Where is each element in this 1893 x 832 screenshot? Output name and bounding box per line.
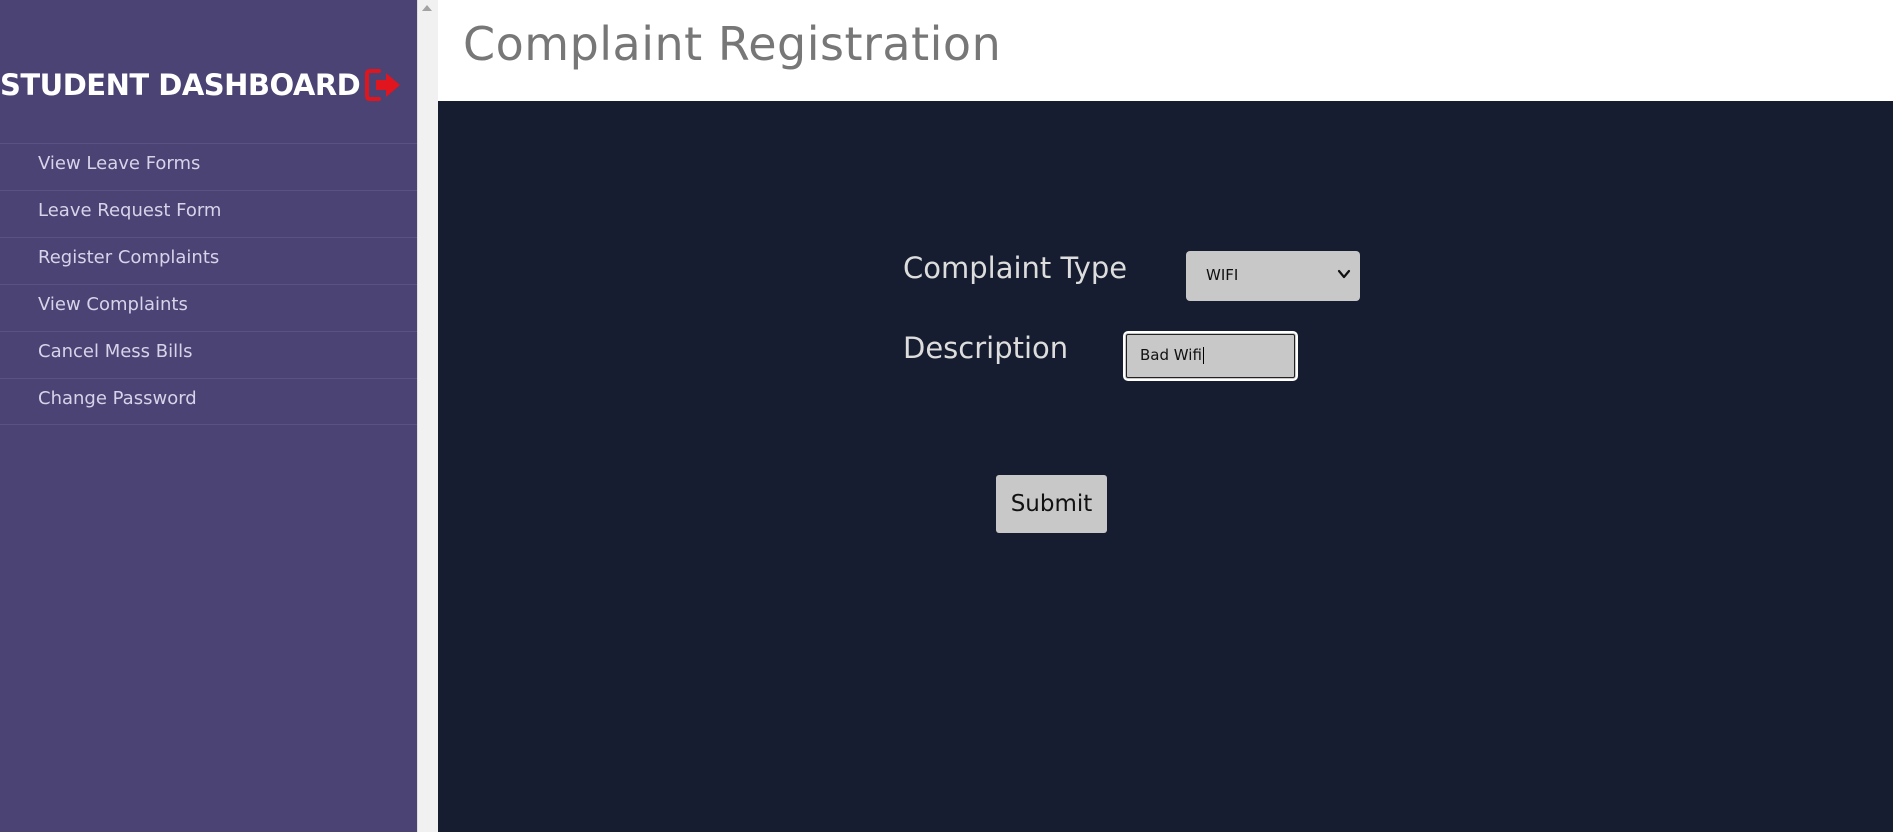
sidebar-item-view-leave-forms[interactable]: View Leave Forms (0, 143, 417, 190)
complaint-type-label: Complaint Type (903, 251, 1128, 285)
sidebar-item-view-complaints[interactable]: View Complaints (0, 284, 417, 331)
main-content: Complaint Type WIFI Description Bad Wifi… (438, 101, 1893, 832)
logout-icon[interactable] (365, 68, 403, 102)
sidebar-item-label: Cancel Mess Bills (38, 341, 193, 362)
sidebar-header: STUDENT DASHBOARD (0, 62, 417, 112)
complaint-type-select[interactable]: WIFI (1186, 251, 1360, 301)
submit-button[interactable]: Submit (996, 475, 1107, 533)
sidebar-item-cancel-mess-bills[interactable]: Cancel Mess Bills (0, 331, 417, 378)
page-title: Complaint Registration (463, 17, 1002, 71)
sidebar-item-label: View Complaints (38, 294, 188, 315)
complaint-type-selected-value: WIFI (1206, 266, 1239, 284)
sidebar-item-label: Change Password (38, 388, 197, 409)
description-input[interactable]: Bad Wifi (1123, 331, 1298, 381)
chevron-down-icon (1337, 266, 1351, 280)
sidebar-item-register-complaints[interactable]: Register Complaints (0, 237, 417, 284)
sidebar-item-label: View Leave Forms (38, 153, 201, 174)
description-label: Description (903, 331, 1069, 365)
dashboard-title: STUDENT DASHBOARD (0, 68, 361, 102)
sidebar-item-label: Register Complaints (38, 247, 220, 268)
sidebar-menu: View Leave Forms Leave Request Form Regi… (0, 143, 417, 425)
scrollbar[interactable] (417, 0, 438, 832)
sidebar-item-leave-request-form[interactable]: Leave Request Form (0, 190, 417, 237)
text-caret (1202, 347, 1204, 364)
sidebar: STUDENT DASHBOARD View Leave Forms Leave… (0, 0, 417, 832)
description-input-value: Bad Wifi (1140, 346, 1204, 364)
sidebar-item-change-password[interactable]: Change Password (0, 378, 417, 425)
sidebar-item-label: Leave Request Form (38, 200, 222, 221)
page-header: Complaint Registration (438, 0, 1893, 101)
scroll-up-arrow-icon[interactable] (422, 5, 432, 11)
